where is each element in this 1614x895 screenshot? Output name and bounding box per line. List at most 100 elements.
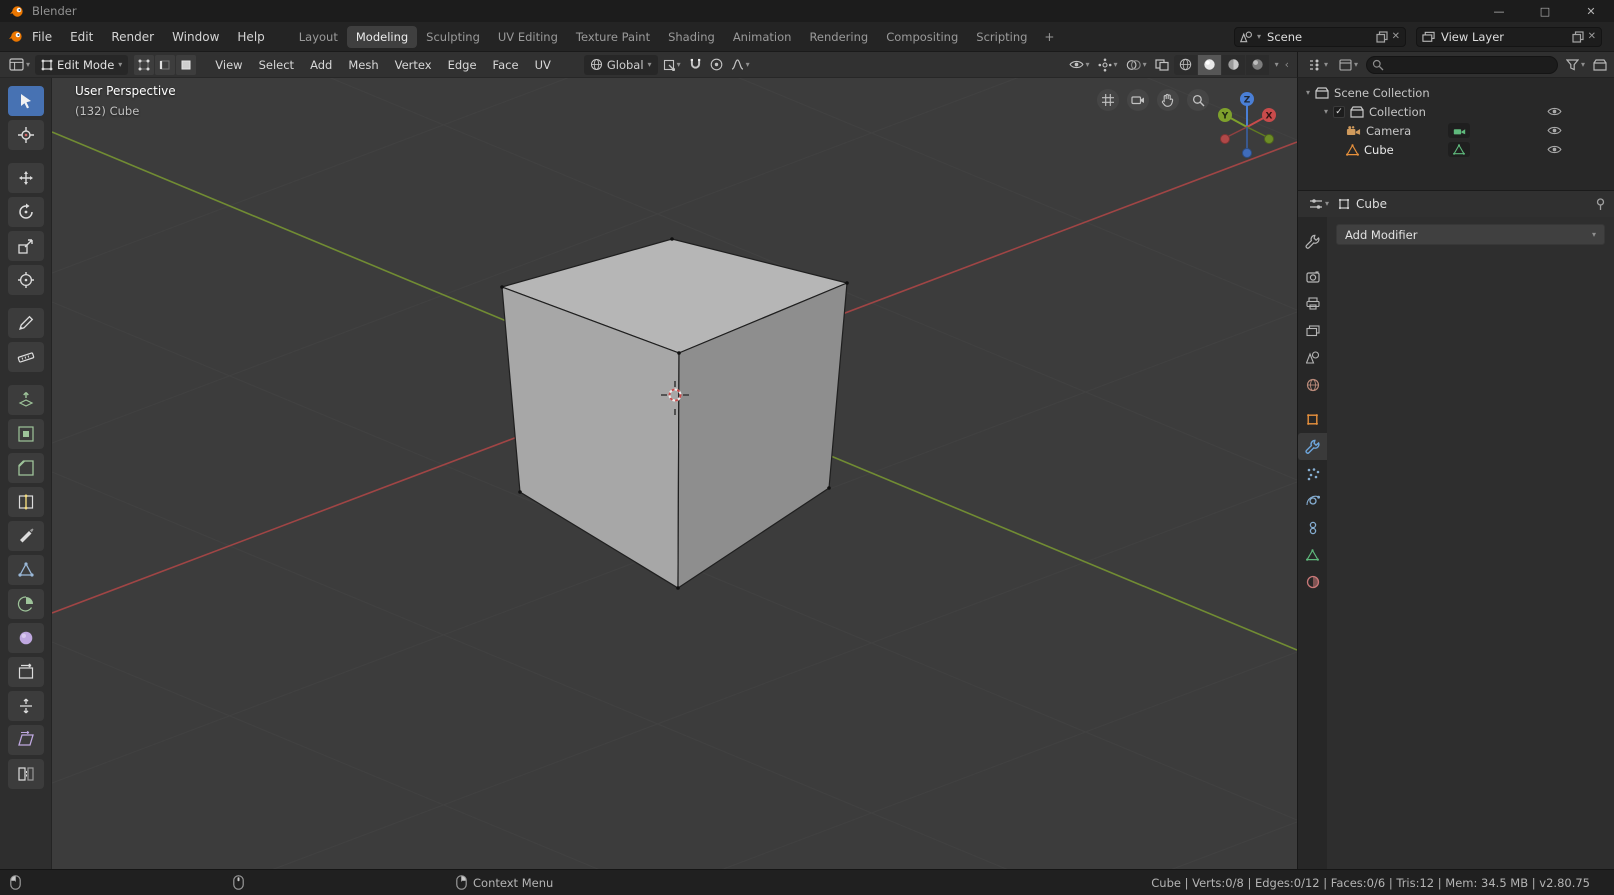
gizmo-y-neg[interactable] <box>1264 134 1274 144</box>
outliner-filter-button[interactable]: ▾ <box>1563 55 1588 75</box>
collapse-region-icon[interactable]: ‹ <box>1285 58 1289 71</box>
mode-selector[interactable]: Edit Mode ▾ <box>35 54 129 75</box>
xray-toggle-button[interactable] <box>1152 55 1172 75</box>
pin-icon[interactable] <box>1595 197 1606 211</box>
tab-output[interactable] <box>1298 290 1328 317</box>
hide-toggle[interactable] <box>1547 144 1562 155</box>
vertex-select-button[interactable] <box>134 54 155 75</box>
mesh-data-chip[interactable] <box>1448 142 1470 157</box>
view-layer-icon[interactable] <box>1422 31 1435 43</box>
menu-edge[interactable]: Edge <box>441 55 484 75</box>
tool-annotate[interactable] <box>7 308 44 338</box>
tab-physics[interactable] <box>1298 487 1328 514</box>
close-button[interactable]: ✕ <box>1568 0 1614 22</box>
tool-shear[interactable] <box>7 725 44 755</box>
orientation-selector[interactable]: Global ▾ <box>583 54 658 75</box>
tool-knife[interactable] <box>7 521 44 551</box>
disclosure-triangle-icon[interactable]: ▾ <box>1306 88 1310 97</box>
tool-rotate[interactable] <box>7 197 44 227</box>
gizmo-x-neg[interactable] <box>1220 134 1230 144</box>
tab-object-data[interactable] <box>1298 541 1328 568</box>
hide-toggle[interactable] <box>1547 125 1562 136</box>
new-scene-icon[interactable] <box>1376 30 1388 43</box>
shading-rendered-button[interactable] <box>1245 54 1269 75</box>
menu-view[interactable]: View <box>208 55 249 75</box>
chevron-down-icon[interactable]: ▾ <box>1257 32 1261 41</box>
tab-particles[interactable] <box>1298 460 1328 487</box>
outliner-item-label[interactable]: Cube <box>1364 143 1394 157</box>
tab-modifiers[interactable] <box>1297 433 1328 460</box>
tool-extrude-region[interactable] <box>7 385 44 415</box>
editor-type-button[interactable]: ▾ <box>6 55 33 75</box>
tool-spin[interactable] <box>7 589 44 619</box>
menu-render[interactable]: Render <box>102 27 163 47</box>
hide-toggle[interactable] <box>1547 106 1562 117</box>
outliner-row-cube[interactable]: Cube <box>1298 140 1614 159</box>
tool-rip-region[interactable] <box>7 759 44 789</box>
add-workspace-button[interactable]: + <box>1036 28 1062 46</box>
scene-browse-icon[interactable] <box>1240 31 1253 43</box>
proportional-falloff-button[interactable]: ▾ <box>728 55 753 75</box>
tab-compositing[interactable]: Compositing <box>877 26 967 48</box>
tab-world[interactable] <box>1298 371 1328 398</box>
tool-edge-slide[interactable] <box>7 657 44 687</box>
view-layer-name[interactable]: View Layer <box>1439 30 1568 44</box>
tab-animation[interactable]: Animation <box>724 26 801 48</box>
proportional-edit-button[interactable] <box>707 55 726 75</box>
new-view-layer-icon[interactable] <box>1572 30 1584 43</box>
snap-toggle-button[interactable] <box>686 55 705 75</box>
menu-window[interactable]: Window <box>163 27 228 47</box>
view-layer-selector[interactable]: View Layer ✕ <box>1416 26 1602 47</box>
tool-bevel[interactable] <box>7 453 44 483</box>
tab-uv-editing[interactable]: UV Editing <box>489 26 567 48</box>
outliner-item-label[interactable]: Scene Collection <box>1334 86 1430 100</box>
unlink-scene-icon[interactable]: ✕ <box>1392 31 1400 42</box>
shading-material-button[interactable] <box>1221 54 1245 75</box>
shading-solid-button[interactable] <box>1197 54 1221 75</box>
gizmos-toggle-button[interactable]: ▾ <box>1095 55 1121 75</box>
pan-view-button[interactable] <box>1157 89 1179 111</box>
tool-select-box[interactable] <box>7 86 44 116</box>
tool-cursor[interactable] <box>7 120 44 150</box>
tab-view-layer[interactable] <box>1298 317 1328 344</box>
edge-select-button[interactable] <box>155 54 176 75</box>
tab-object[interactable] <box>1298 406 1328 433</box>
disclosure-triangle-icon[interactable]: ▾ <box>1324 107 1328 116</box>
camera-view-button[interactable] <box>1127 89 1149 111</box>
tool-inset-faces[interactable] <box>7 419 44 449</box>
outliner-row-scene-collection[interactable]: ▾ Scene Collection <box>1298 83 1614 102</box>
tool-shrink-fatten[interactable] <box>7 691 44 721</box>
minimize-button[interactable]: — <box>1476 0 1522 22</box>
menu-help[interactable]: Help <box>228 27 273 47</box>
tab-rendering[interactable]: Rendering <box>800 26 877 48</box>
gizmo-z-neg[interactable] <box>1242 148 1252 158</box>
outliner-editor-type-button[interactable]: ▾ <box>1305 55 1331 75</box>
tab-texture-paint[interactable]: Texture Paint <box>567 26 659 48</box>
tool-loop-cut[interactable] <box>7 487 44 517</box>
scene-name[interactable]: Scene <box>1265 30 1372 44</box>
face-select-button[interactable] <box>176 54 197 75</box>
tool-smooth[interactable] <box>7 623 44 653</box>
tool-measure[interactable] <box>7 342 44 372</box>
viewport-3d[interactable]: Z Y X User Perspective (132) Cube <box>52 78 1297 869</box>
tab-material[interactable] <box>1298 568 1328 595</box>
new-collection-icon[interactable] <box>1593 58 1607 71</box>
remove-view-layer-icon[interactable]: ✕ <box>1588 31 1596 42</box>
menu-file[interactable]: File <box>23 27 61 47</box>
tool-transform[interactable] <box>7 265 44 295</box>
tab-sculpting[interactable]: Sculpting <box>417 26 489 48</box>
orthographic-toggle-button[interactable] <box>1097 89 1119 111</box>
tab-render[interactable] <box>1298 263 1328 290</box>
menu-edit[interactable]: Edit <box>61 27 102 47</box>
tool-poly-build[interactable] <box>7 555 44 585</box>
outliner-display-mode-button[interactable]: ▾ <box>1336 55 1361 75</box>
outliner-row-camera[interactable]: Camera <box>1298 121 1614 140</box>
outliner-search-input[interactable] <box>1366 55 1558 74</box>
chevron-down-icon[interactable]: ▾ <box>1275 60 1279 69</box>
tab-layout[interactable]: Layout <box>290 26 347 48</box>
tab-scene[interactable] <box>1298 344 1328 371</box>
menu-mesh[interactable]: Mesh <box>341 55 385 75</box>
tool-scale[interactable] <box>7 231 44 261</box>
shading-wireframe-button[interactable] <box>1173 54 1197 75</box>
collection-checkbox[interactable]: ✓ <box>1333 105 1346 118</box>
